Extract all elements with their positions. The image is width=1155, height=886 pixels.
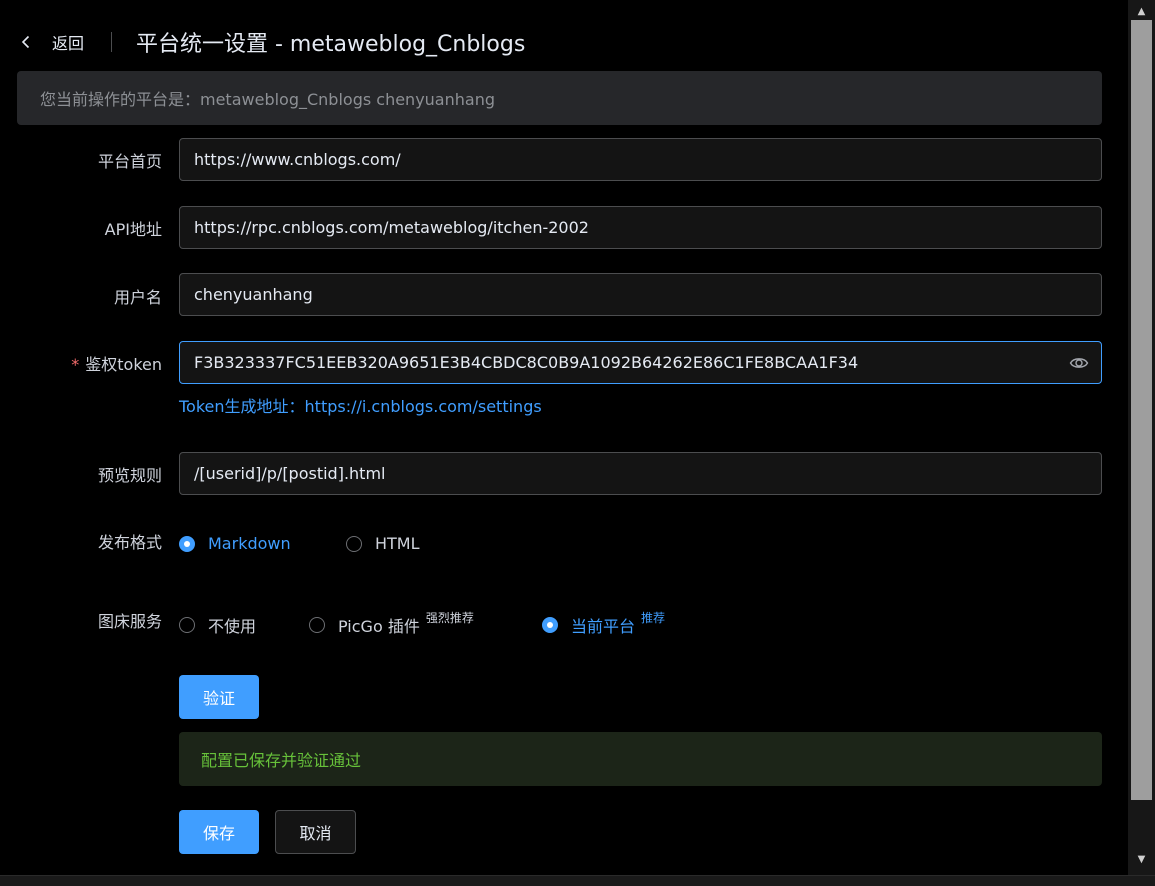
back-label: 返回: [52, 34, 85, 53]
verify-button[interactable]: 验证: [179, 675, 259, 719]
save-button[interactable]: 保存: [179, 810, 259, 854]
username-value: chenyuanhang: [194, 285, 313, 304]
token-generation-link[interactable]: Token生成地址：https://i.cnblogs.com/settings: [179, 393, 542, 417]
homepage-label: 平台首页: [97, 152, 162, 171]
page-title: 平台统一设置 - metaweblog_Cnblogs: [136, 32, 526, 57]
required-mark: *: [71, 355, 80, 374]
radio-markdown-dot: [179, 535, 195, 552]
username-input[interactable]: chenyuanhang: [179, 273, 1102, 316]
radio-picgo[interactable]: PicGo 插件 强烈推荐: [309, 611, 474, 637]
scroll-up-arrow-icon[interactable]: ▲: [1128, 3, 1155, 19]
radio-current-platform[interactable]: 当前平台 推荐: [542, 611, 665, 637]
success-message: 配置已保存并验证通过: [201, 751, 362, 770]
radio-html-dot: [346, 535, 362, 552]
token-label-text: 鉴权token: [85, 355, 162, 374]
header-divider: [111, 32, 112, 52]
success-alert: 配置已保存并验证通过: [179, 732, 1102, 786]
eye-icon[interactable]: [1069, 354, 1089, 372]
api-label: API地址: [104, 220, 162, 239]
current-platform-badge: 推荐: [641, 610, 666, 625]
radio-no-image-service-dot: [179, 617, 195, 633]
cancel-button[interactable]: 取消: [275, 810, 356, 854]
homepage-value: https://www.cnblogs.com/: [194, 150, 401, 169]
username-label: 用户名: [113, 288, 162, 307]
radio-current-platform-dot: [542, 617, 558, 633]
scroll-down-arrow-icon[interactable]: ▼: [1128, 851, 1155, 867]
homepage-input[interactable]: https://www.cnblogs.com/: [179, 138, 1102, 181]
platform-notice: 您当前操作的平台是：metaweblog_Cnblogs chenyuanhan…: [17, 71, 1102, 125]
token-label: * 鉴权token: [71, 351, 162, 375]
platform-notice-text: 您当前操作的平台是：metaweblog_Cnblogs chenyuanhan…: [40, 90, 495, 109]
scrollbar-thumb[interactable]: [1131, 20, 1152, 800]
back-button[interactable]: 返回: [18, 28, 84, 56]
preview-rule-input[interactable]: /[userid]/p/[postid].html: [179, 452, 1102, 495]
preview-rule-value: /[userid]/p/[postid].html: [194, 464, 386, 483]
window-bottom-bar: [0, 875, 1155, 886]
publish-format-label: 发布格式: [97, 533, 162, 552]
vertical-scrollbar[interactable]: ▲ ▼: [1128, 0, 1155, 875]
chevron-left-icon: [21, 35, 30, 49]
api-value: https://rpc.cnblogs.com/metaweblog/itche…: [194, 218, 589, 237]
radio-html-label: HTML: [375, 534, 420, 553]
radio-picgo-label: PicGo 插件: [338, 617, 420, 636]
radio-picgo-dot: [309, 617, 325, 633]
radio-no-image-service[interactable]: 不使用: [179, 613, 256, 637]
token-value: F3B323337FC51EEB320A9651E3B4CBDC8C0B9A10…: [194, 353, 859, 372]
radio-markdown[interactable]: Markdown: [179, 534, 291, 553]
radio-markdown-label: Markdown: [208, 534, 291, 553]
image-service-label: 图床服务: [97, 612, 162, 631]
picgo-badge: 强烈推荐: [425, 610, 474, 625]
radio-html[interactable]: HTML: [346, 534, 420, 553]
radio-no-image-service-label: 不使用: [208, 617, 257, 636]
token-input[interactable]: F3B323337FC51EEB320A9651E3B4CBDC8C0B9A10…: [179, 341, 1102, 384]
preview-rule-label: 预览规则: [97, 466, 162, 485]
radio-current-platform-label: 当前平台: [571, 617, 636, 636]
api-input[interactable]: https://rpc.cnblogs.com/metaweblog/itche…: [179, 206, 1102, 249]
